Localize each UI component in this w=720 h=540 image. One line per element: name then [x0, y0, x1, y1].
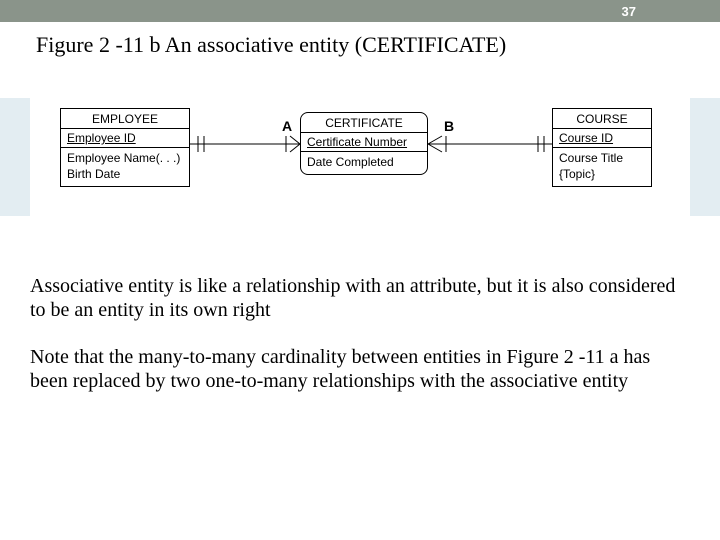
entity-course-pk: Course ID [553, 129, 651, 148]
relationship-b-connector [428, 134, 552, 154]
entity-employee: EMPLOYEE Employee ID Employee Name(. . .… [60, 108, 190, 187]
entity-certificate-pk: Certificate Number [301, 133, 427, 152]
figure-title: Figure 2 -11 b An associative entity (CE… [0, 22, 720, 58]
page-number: 37 [622, 4, 636, 19]
entity-course-attrs: Course Title {Topic} [553, 148, 651, 186]
diagram-canvas: EMPLOYEE Employee ID Employee Name(. . .… [30, 92, 690, 222]
relationship-a-connector [190, 134, 300, 154]
entity-employee-name: EMPLOYEE [61, 109, 189, 129]
relationship-b-label: B [444, 118, 454, 134]
entity-certificate: CERTIFICATE Certificate Number Date Comp… [300, 112, 428, 175]
entity-course-attr1: Course Title [559, 150, 645, 166]
paragraph-1: Associative entity is like a relationshi… [30, 274, 690, 323]
entity-course-name: COURSE [553, 109, 651, 129]
entity-employee-attr1: Employee Name(. . .) [67, 150, 183, 166]
entity-course-attr2: {Topic} [559, 166, 645, 182]
entity-employee-attrs: Employee Name(. . .) Birth Date [61, 148, 189, 186]
entity-certificate-name: CERTIFICATE [301, 113, 427, 133]
paragraph-2: Note that the many-to-many cardinality b… [30, 345, 690, 394]
entity-employee-attr2: Birth Date [67, 166, 183, 182]
entity-certificate-attr1: Date Completed [307, 154, 421, 170]
er-diagram: EMPLOYEE Employee ID Employee Name(. . .… [0, 98, 720, 216]
relationship-a-label: A [282, 118, 292, 134]
body-text: Associative entity is like a relationshi… [0, 216, 720, 394]
entity-certificate-attrs: Date Completed [301, 152, 427, 174]
entity-employee-pk: Employee ID [61, 129, 189, 148]
slide-top-bar: 37 [0, 0, 720, 22]
entity-course: COURSE Course ID Course Title {Topic} [552, 108, 652, 187]
